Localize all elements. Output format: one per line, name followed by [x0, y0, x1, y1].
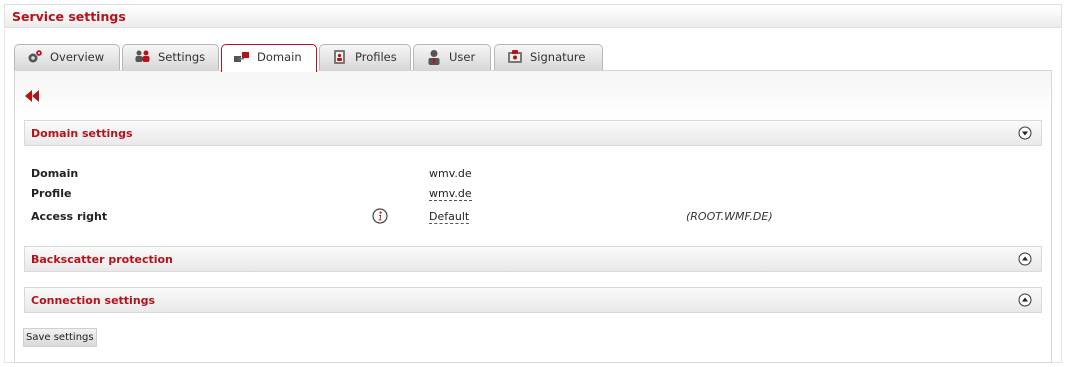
info-icon[interactable]: [372, 208, 388, 224]
signature-icon: [508, 50, 522, 63]
tab-overview[interactable]: Overview: [14, 44, 120, 71]
tab-signature-label: Signature: [530, 50, 586, 64]
tab-content-panel: [14, 70, 1052, 363]
overview-gear-icon: [28, 50, 42, 63]
domain-network-icon: [234, 52, 249, 62]
settings-people-icon: [135, 50, 150, 62]
tab-user-label: User: [449, 50, 476, 64]
tab-profiles-label: Profiles: [355, 50, 397, 64]
profile-link[interactable]: wmv.de: [429, 187, 472, 201]
tab-domain-label: Domain: [257, 50, 302, 64]
section-connection-title: Connection settings: [31, 294, 156, 307]
access-right-link[interactable]: Default: [429, 210, 470, 224]
tab-settings[interactable]: Settings: [122, 44, 219, 71]
section-connection-settings[interactable]: Connection settings: [24, 287, 1042, 313]
profiles-book-icon: [334, 50, 345, 64]
tab-overview-label: Overview: [50, 50, 105, 64]
back-double-arrow-icon[interactable]: [24, 89, 40, 103]
access-right-label: Access right: [31, 210, 108, 223]
section-backscatter-title: Backscatter protection: [31, 253, 173, 266]
tab-signature[interactable]: Signature: [494, 44, 603, 71]
profile-label: Profile: [31, 187, 72, 200]
expand-icon[interactable]: [1018, 293, 1032, 307]
tab-domain[interactable]: Domain: [221, 44, 317, 72]
domain-label: Domain: [31, 167, 79, 180]
collapse-icon[interactable]: [1018, 126, 1032, 140]
tab-user[interactable]: User: [413, 44, 491, 71]
user-icon: [428, 50, 440, 65]
domain-value: wmv.de: [429, 167, 472, 180]
tab-profiles[interactable]: Profiles: [319, 44, 411, 71]
expand-icon[interactable]: [1018, 252, 1032, 266]
page-title: Service settings: [12, 9, 126, 24]
section-backscatter-protection[interactable]: Backscatter protection: [24, 246, 1042, 272]
access-right-scope: (ROOT.WMF.DE): [686, 210, 773, 223]
page-header: Service settings: [4, 4, 1062, 28]
save-settings-button[interactable]: Save settings: [23, 328, 97, 347]
section-domain-settings-title: Domain settings: [31, 127, 133, 140]
section-domain-settings[interactable]: Domain settings: [24, 120, 1042, 146]
tab-settings-label: Settings: [158, 50, 206, 64]
